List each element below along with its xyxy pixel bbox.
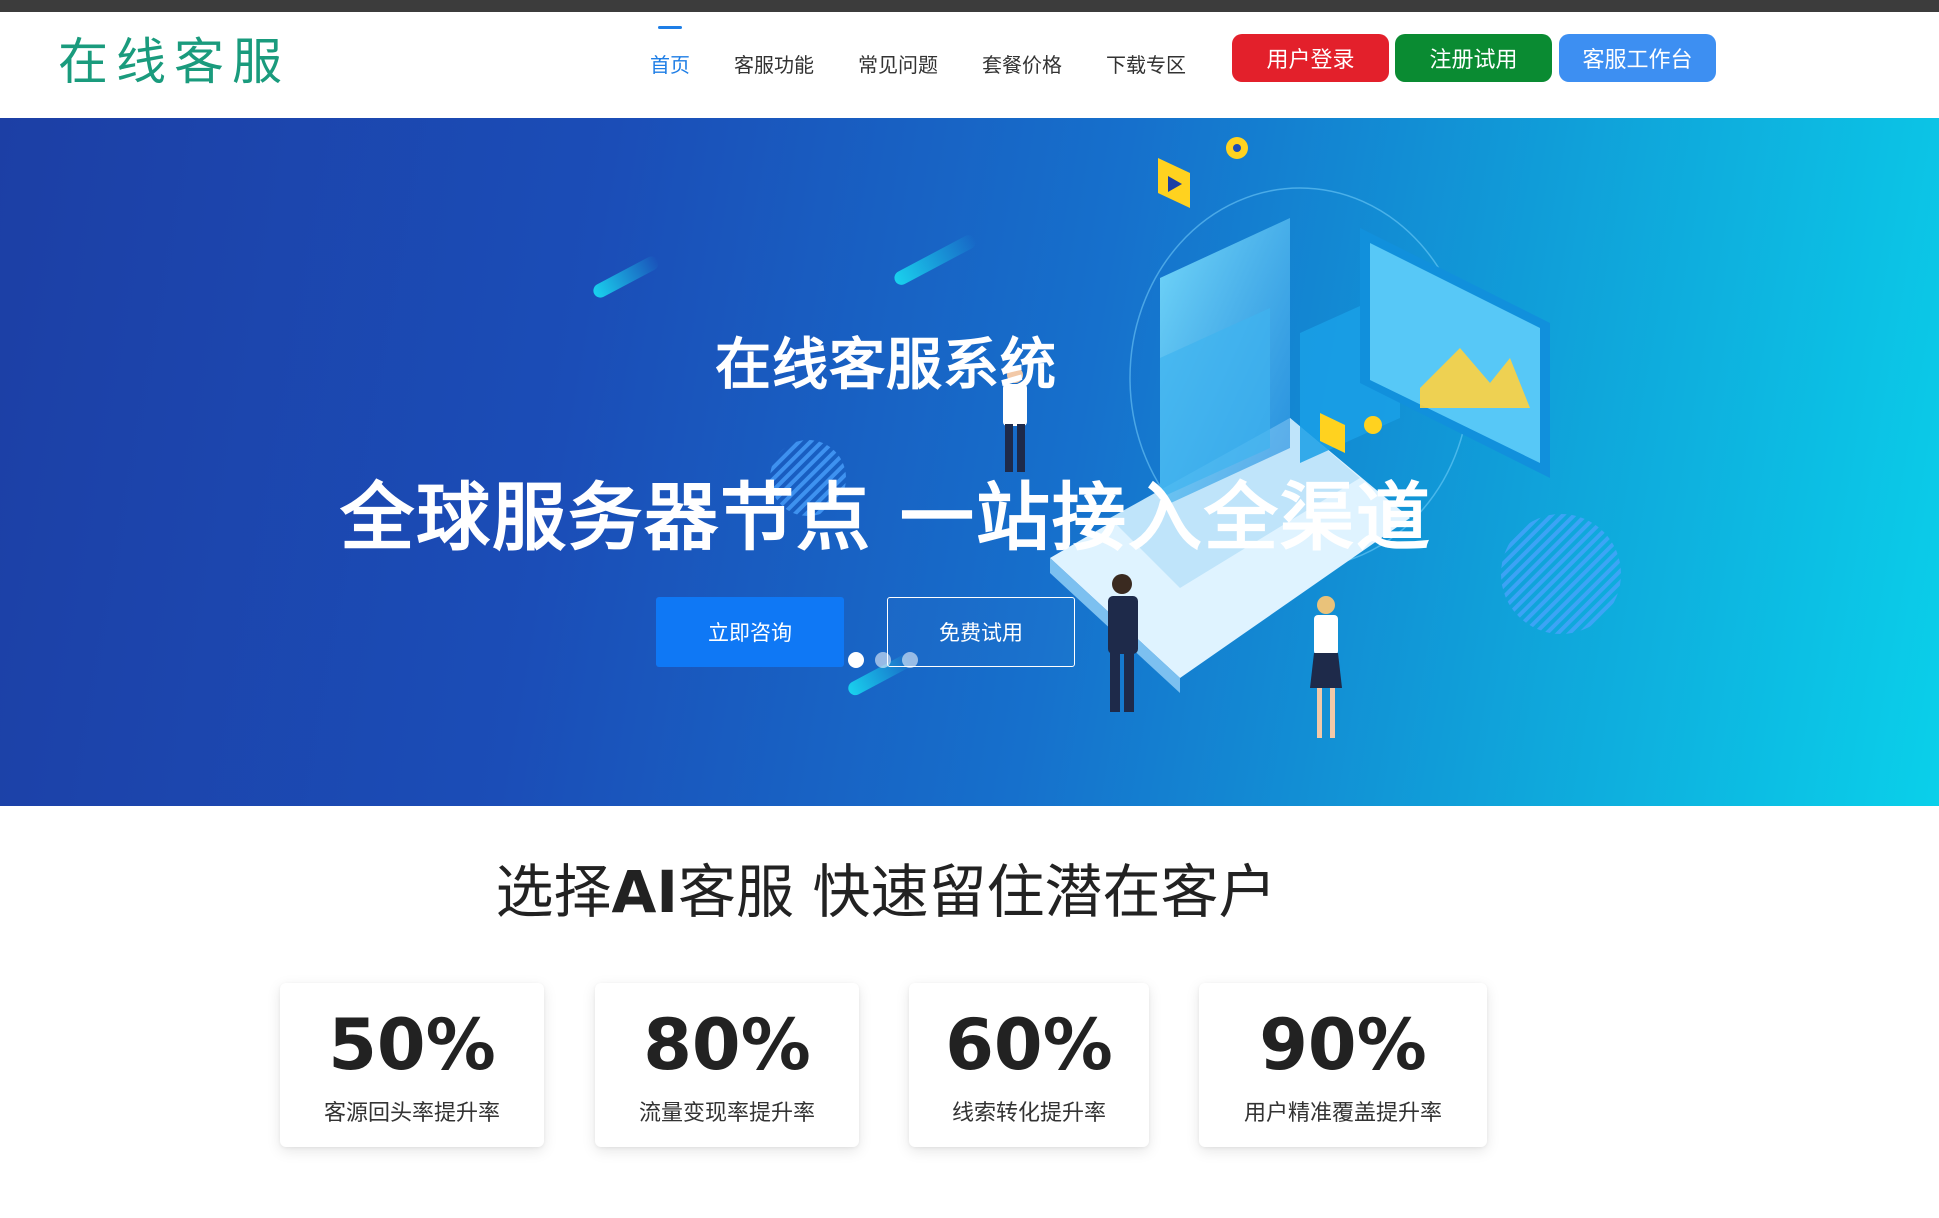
features-heading-suffix: 客服 快速留住潜在客户 — [678, 858, 1277, 926]
banner-headline: 全球服务器节点 一站接入全渠道 — [340, 475, 1432, 561]
stats-row: 50% 客源回头率提升率 80% 流量变现率提升率 60% 线索转化提升率 90… — [0, 983, 1939, 1147]
carousel-dot[interactable] — [875, 652, 891, 668]
banner-title: 在线客服系统 — [715, 333, 1057, 398]
gear-icon — [1364, 416, 1382, 434]
stat-label: 客源回头率提升率 — [323, 1101, 500, 1126]
stat-value: 90% — [1259, 1004, 1427, 1086]
stat-card: 60% 线索转化提升率 — [909, 983, 1149, 1147]
stat-label: 用户精准覆盖提升率 — [1243, 1101, 1442, 1126]
nav-item-home[interactable]: 首页 — [650, 12, 690, 118]
login-button[interactable]: 用户登录 — [1232, 34, 1389, 82]
top-strip — [0, 0, 1939, 12]
features-heading-bold: AI — [611, 858, 679, 926]
stat-value: 60% — [945, 1004, 1113, 1086]
nav-item-faq[interactable]: 常见问题 — [858, 12, 938, 118]
carousel-indicators — [848, 652, 929, 668]
features-heading: 选择AI客服 快速留住潜在客户 — [0, 845, 1772, 929]
carousel-dot[interactable] — [848, 652, 864, 668]
decor-dash — [593, 256, 659, 298]
nav-item-pricing[interactable]: 套餐价格 — [982, 12, 1062, 118]
person-woman — [1310, 596, 1342, 738]
hero-banner: 在线客服系统 全球服务器节点 一站接入全渠道 立即咨询 免费试用 — [0, 118, 1939, 806]
nav-item-downloads[interactable]: 下载专区 — [1106, 12, 1186, 118]
site-logo[interactable]: 在线客服 — [58, 30, 290, 94]
main-nav: 首页 客服功能 常见问题 套餐价格 下载专区 — [650, 12, 1230, 118]
decor-dash — [894, 235, 976, 285]
stat-card: 90% 用户精准覆盖提升率 — [1199, 983, 1487, 1147]
agent-workbench-button[interactable]: 客服工作台 — [1559, 34, 1716, 82]
stat-value: 80% — [643, 1004, 811, 1086]
stat-label: 流量变现率提升率 — [638, 1101, 815, 1126]
stat-card: 80% 流量变现率提升率 — [595, 983, 859, 1147]
stat-card: 50% 客源回头率提升率 — [280, 983, 544, 1147]
consult-now-button[interactable]: 立即咨询 — [656, 597, 844, 667]
features-heading-prefix: 选择 — [495, 858, 612, 926]
register-trial-button[interactable]: 注册试用 — [1395, 34, 1552, 82]
stat-value: 50% — [328, 1004, 496, 1086]
stat-label: 线索转化提升率 — [951, 1101, 1106, 1126]
gear-icon-hole — [1233, 144, 1241, 152]
site-header: 在线客服 首页 客服功能 常见问题 套餐价格 下载专区 用户登录 注册试用 客服… — [0, 12, 1939, 118]
carousel-dot[interactable] — [902, 652, 918, 668]
nav-item-features[interactable]: 客服功能 — [734, 12, 814, 118]
